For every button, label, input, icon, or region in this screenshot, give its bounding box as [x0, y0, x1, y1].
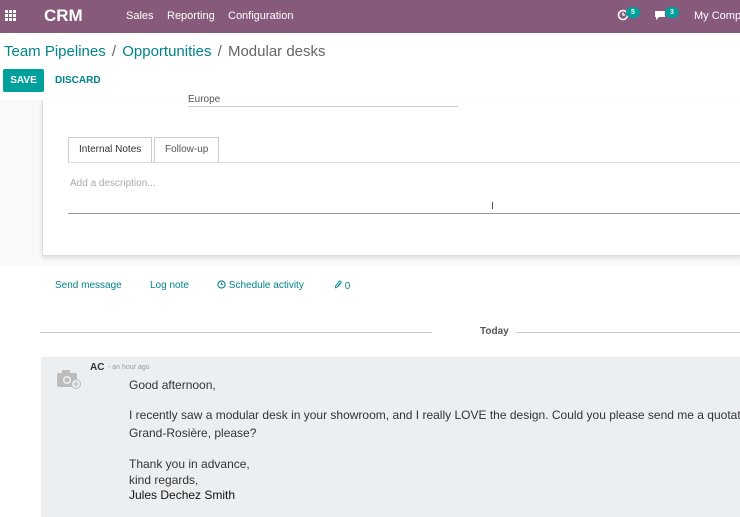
camera-avatar-icon — [57, 370, 81, 389]
message-author[interactable]: AC — [90, 362, 104, 373]
breadcrumb: Team Pipelines / Opportunities / Modular… — [4, 43, 326, 60]
chatter-toolbar: Send message Log note Schedule activity … — [0, 266, 740, 306]
tab-follow-up[interactable]: Follow-up — [154, 137, 220, 163]
country-field[interactable]: Europe — [188, 94, 458, 107]
apps-menu-icon[interactable] — [5, 10, 17, 22]
activity-count-badge: 5 — [626, 7, 640, 18]
message-signature: Jules Dechez Smith — [129, 488, 236, 502]
form-background: Europe Internal Notes Follow-up Add a de… — [0, 94, 740, 266]
breadcrumb-opportunities[interactable]: Opportunities — [122, 43, 211, 60]
schedule-activity-label: Schedule activity — [228, 280, 304, 291]
save-button[interactable]: SAVE — [3, 69, 44, 92]
text-cursor-icon: Ⅰ — [491, 201, 494, 212]
attachments-button[interactable]: 0 — [334, 280, 350, 292]
tab-internal-notes[interactable]: Internal Notes — [68, 137, 153, 163]
clock-icon — [217, 280, 226, 289]
chatter-message: AC - an hour ago Good afternoon, I recen… — [41, 357, 740, 517]
separator-line-left — [40, 332, 432, 333]
company-switcher[interactable]: My Compa — [694, 10, 740, 22]
menu-reporting[interactable]: Reporting — [167, 10, 215, 22]
form-sheet: Europe Internal Notes Follow-up Add a de… — [42, 94, 740, 256]
messages-count-badge: 3 — [665, 7, 679, 18]
control-panel: Team Pipelines / Opportunities / Modular… — [0, 33, 740, 100]
breadcrumb-team-pipelines[interactable]: Team Pipelines — [4, 43, 106, 60]
tab-divider — [68, 162, 740, 163]
message-line: Grand-Rosière, please? — [129, 426, 257, 440]
schedule-activity-button[interactable]: Schedule activity — [217, 280, 304, 291]
breadcrumb-separator: / — [217, 43, 222, 60]
breadcrumb-separator: / — [111, 43, 117, 60]
log-note-button[interactable]: Log note — [150, 280, 189, 291]
message-timestamp: - an hour ago — [108, 364, 150, 371]
send-message-button[interactable]: Send message — [55, 280, 122, 291]
breadcrumb-current: Modular desks — [227, 43, 326, 60]
message-line: kind regards, — [129, 473, 199, 487]
message-line: I recently saw a modular desk in your sh… — [129, 408, 740, 422]
menu-configuration[interactable]: Configuration — [228, 10, 293, 22]
message-line: Thank you in advance, — [129, 457, 250, 471]
attachments-count: 0 — [344, 281, 351, 292]
menu-sales[interactable]: Sales — [126, 10, 154, 22]
description-underline — [68, 213, 740, 214]
discard-button[interactable]: DISCARD — [55, 75, 101, 86]
paperclip-icon — [334, 280, 342, 289]
message-line: Good afternoon, — [129, 378, 216, 392]
top-navbar: CRM Sales Reporting Configuration 5 3 My… — [0, 0, 740, 33]
description-field[interactable]: Add a description... — [70, 178, 156, 189]
date-separator-label: Today — [480, 326, 509, 337]
separator-line-right — [516, 332, 740, 333]
app-title[interactable]: CRM — [44, 6, 83, 26]
date-separator: Today — [40, 325, 740, 339]
